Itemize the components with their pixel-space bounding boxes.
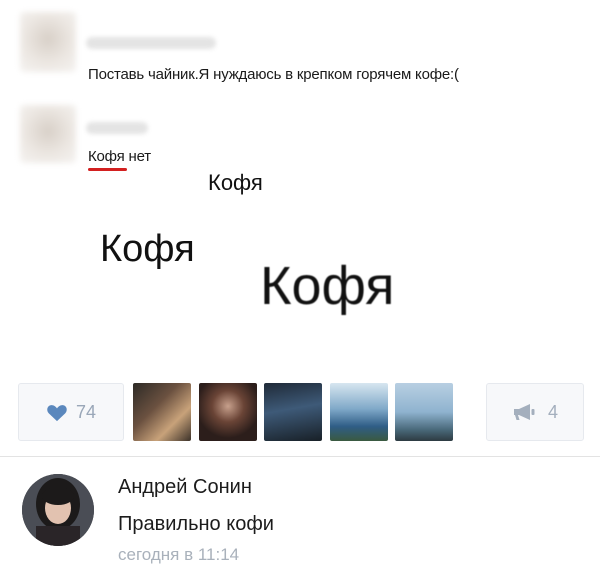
liker-avatar[interactable] [395, 383, 453, 441]
likes-count: 74 [75, 401, 97, 422]
comment-author[interactable]: Андрей Сонин [118, 476, 252, 499]
shares-count: 4 [547, 401, 558, 422]
heart-icon [47, 405, 67, 422]
sender-avatar-2[interactable] [20, 105, 76, 163]
kofya-small: Кофя [208, 170, 263, 195]
megaphone-icon [513, 404, 535, 420]
comment-time[interactable]: сегодня в 11:14 [118, 545, 239, 565]
misspelled-word: Кофя [88, 148, 127, 171]
commenter-photo [22, 474, 94, 546]
kofya-large: Кофя [260, 256, 395, 316]
sender-avatar-1[interactable] [20, 12, 76, 72]
sender-name-2[interactable] [86, 122, 148, 134]
post-action-bar: 74 4 [0, 383, 600, 441]
commenter-avatar[interactable] [22, 474, 94, 546]
liker-avatar[interactable] [199, 383, 257, 441]
vk-post-screenshot: Поставь чайник.Я нуждаюсь в крепком горя… [0, 0, 600, 584]
message-2: Кофя нет [88, 148, 152, 171]
like-button[interactable]: 74 [18, 383, 124, 441]
comment-text: Правильно кофи [118, 513, 274, 535]
sender-name-1[interactable] [86, 37, 216, 49]
share-button[interactable]: 4 [486, 383, 584, 441]
divider [0, 456, 600, 457]
kofya-medium: Кофя [100, 228, 195, 270]
message-1: Поставь чайник.Я нуждаюсь в крепком горя… [88, 66, 459, 83]
liker-avatar[interactable] [133, 383, 191, 441]
liker-avatar[interactable] [330, 383, 388, 441]
message-2-rest: нет [124, 148, 152, 165]
liker-avatar[interactable] [264, 383, 322, 441]
